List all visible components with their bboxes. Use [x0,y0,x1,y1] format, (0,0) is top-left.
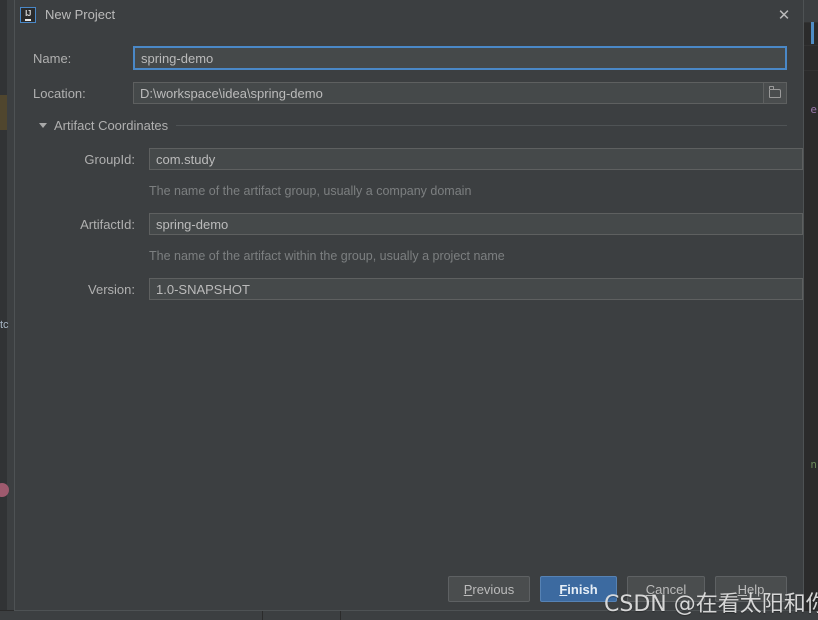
dialog-title: New Project [45,7,116,22]
location-input[interactable] [133,82,787,104]
location-label: Location: [33,85,86,101]
help-mnemonic: H [737,581,748,597]
browse-folder-button[interactable] [763,82,787,104]
name-label: Name: [33,50,72,66]
cancel-mnemonic: C [645,581,656,597]
background-status-divider [340,611,342,620]
version-row: Version: [73,278,803,300]
background-left-gutter [0,0,7,611]
chevron-down-icon [39,123,47,128]
version-label: Version: [88,281,135,297]
background-status-divider [262,611,264,620]
background-left-code-text: tc [0,319,9,331]
dialog-titlebar: IJ New Project ✕ [15,0,803,30]
close-icon[interactable]: ✕ [775,6,793,24]
finish-label-rest: inish [567,581,598,597]
background-code-fragment: e [810,103,817,116]
finish-button[interactable]: Finish [540,576,617,602]
location-field-wrapper [133,82,787,104]
location-row: Location: [33,82,787,104]
background-status-bar [0,610,818,620]
name-input[interactable] [133,46,787,70]
artifact-coordinates-title: Artifact Coordinates [54,118,169,133]
background-editor-caret [811,22,814,44]
group-id-hint: The name of the artifact group, usually … [149,184,472,198]
artifact-id-label: ArtifactId: [80,216,135,232]
artifact-id-hint: The name of the artifact within the grou… [149,249,505,263]
group-id-label: GroupId: [84,151,135,167]
name-row: Name: [33,46,787,70]
artifact-coordinates-section-header[interactable]: Artifact Coordinates [39,118,787,133]
group-id-row: GroupId: [73,148,803,170]
section-divider [176,125,787,126]
artifact-id-row: ArtifactId: [73,213,803,235]
new-project-dialog: IJ New Project ✕ Name: Location: Artifac… [14,0,804,611]
help-button[interactable]: Help [715,576,787,602]
version-input[interactable] [149,278,803,300]
artifact-id-input[interactable] [149,213,803,235]
background-code-fragment: n [810,458,817,471]
previous-button[interactable]: Previous [448,576,530,602]
background-gutter-highlight [0,95,7,130]
intellij-idea-logo-icon: IJ [20,7,36,23]
group-id-input[interactable] [149,148,803,170]
cancel-button[interactable]: Cancel [627,576,705,602]
cancel-label-rest: ancel [655,581,687,597]
previous-label-rest: revious [472,581,515,597]
help-label-rest: elp [747,581,765,597]
folder-icon [768,85,781,98]
